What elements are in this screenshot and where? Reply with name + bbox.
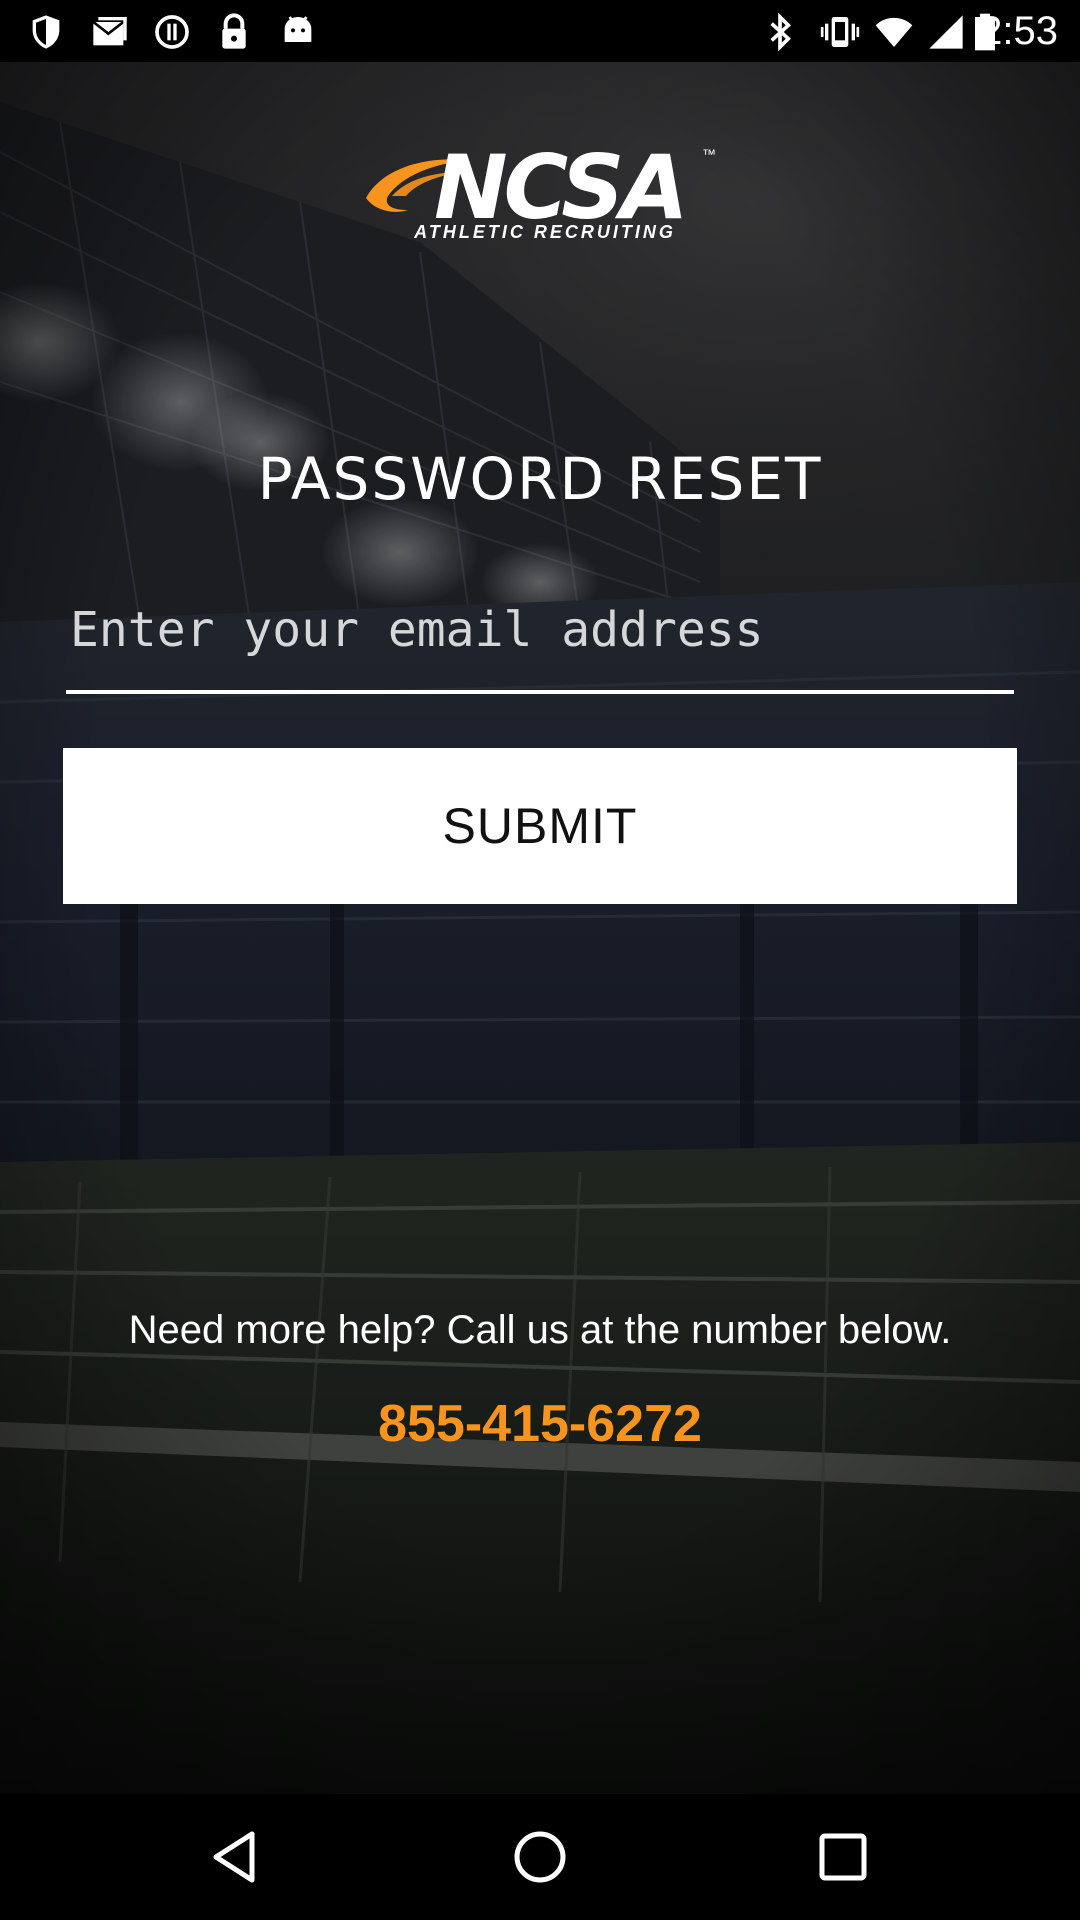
lock-icon — [222, 13, 246, 49]
signal-icon — [929, 15, 963, 49]
logo-tagline: ATHLETIC RECRUITING — [414, 222, 676, 242]
mail-icon — [92, 17, 127, 46]
vibrate-icon — [820, 17, 860, 47]
email-field[interactable] — [66, 590, 1014, 694]
status-bar: 2:53 — [0, 0, 1080, 62]
status-time: 2:53 — [980, 9, 1058, 53]
page-title: PASSWORD RESET — [257, 445, 823, 513]
sync-icon — [155, 15, 189, 49]
home-icon[interactable] — [505, 1822, 575, 1892]
back-icon[interactable] — [202, 1822, 272, 1892]
password-reset-screen: 2:53 NCSA ™ ATHLETIC RECRUITING PASSWORD… — [0, 0, 1080, 1920]
bluetooth-icon — [770, 12, 791, 52]
phone-link[interactable]: 855-415-6272 — [0, 1392, 1080, 1456]
email-input[interactable] — [66, 590, 1014, 670]
ncsa-logo: NCSA ™ ATHLETIC RECRUITING — [362, 140, 722, 250]
stadium-background — [0, 62, 1080, 1794]
wifi-icon — [875, 17, 913, 47]
logo-trademark: ™ — [702, 146, 716, 162]
android-icon — [284, 16, 312, 42]
help-text: Need more help? Call us at the number be… — [128, 1308, 952, 1352]
recents-icon[interactable] — [808, 1822, 878, 1892]
shield-icon — [32, 15, 60, 49]
navigation-bar — [0, 1794, 1080, 1920]
submit-button[interactable]: SUBMIT — [63, 748, 1017, 904]
stadium-background-image — [0, 62, 1080, 1794]
